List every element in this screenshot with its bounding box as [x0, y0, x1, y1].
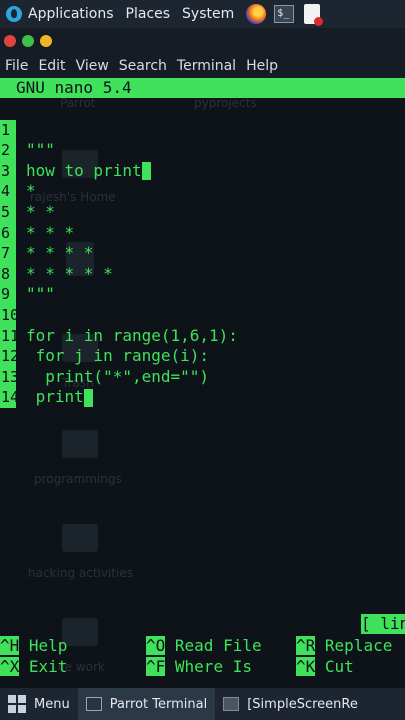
shortcut-label: Help [28, 636, 68, 655]
editor-line[interactable]: 2 how to print [0, 120, 405, 181]
text-cursor [83, 388, 93, 407]
taskbar-task-recorder[interactable]: [SimpleScreenRe [215, 688, 366, 720]
line-number: 14 [0, 387, 20, 408]
shortcut-key: ^H [0, 636, 20, 655]
desktop-folder-icon [62, 524, 98, 552]
shortcut-key: ^F [146, 657, 166, 676]
shortcut-label: Where Is [174, 657, 252, 676]
close-window-button[interactable] [4, 35, 16, 47]
editor-line[interactable]: 8 """ [0, 243, 405, 303]
parrot-logo-icon[interactable] [6, 6, 22, 22]
shortcut-read-file[interactable]: ^O Read File [146, 636, 262, 655]
editor-line[interactable]: 6 * * * * [0, 202, 405, 262]
maximize-window-button[interactable] [22, 35, 34, 47]
task-label: [SimpleScreenRe [247, 696, 358, 712]
editor-line[interactable]: 14 [0, 367, 405, 408]
desktop-label-programmings: programmings [34, 472, 122, 486]
shortcut-key: ^K [296, 657, 316, 676]
shortcut-key: ^R [296, 636, 316, 655]
menu-view[interactable]: View [76, 58, 109, 74]
editor-line[interactable]: 9 [0, 264, 405, 305]
editor-line[interactable]: 12 print("*",end="") [0, 326, 405, 386]
minimize-window-button[interactable] [40, 35, 52, 47]
menu-help[interactable]: Help [246, 58, 278, 74]
recorder-icon [223, 697, 240, 711]
nano-title: GNU nano 5.4 [16, 78, 132, 97]
taskbar: Menu Parrot Terminal [SimpleScreenRe [0, 688, 405, 720]
window-title-bar [0, 28, 405, 54]
shortcut-replace[interactable]: ^R Replace [296, 636, 392, 655]
terminal-area[interactable]: Parrot pyprojects rajesh's Home Trash pr… [0, 78, 405, 688]
menu-search[interactable]: Search [119, 58, 167, 74]
shortcut-key: ^X [0, 657, 20, 676]
editor-line[interactable]: 11 for j in range(i): [0, 305, 405, 365]
shortcut-exit[interactable]: ^X Exit [0, 657, 67, 676]
terminal-menu-bar: File Edit View Search Terminal Help [0, 54, 405, 78]
shortcut-label: Replace [324, 636, 393, 655]
editor-line[interactable]: 10 for i in range(1,6,1): [0, 284, 405, 345]
editor-line[interactable]: 4 * * [0, 161, 405, 221]
nano-status-message: [ lin [361, 614, 405, 634]
editor-line[interactable]: 5 * * * [0, 181, 405, 242]
editor-line[interactable]: 7 * * * * * [0, 223, 405, 283]
menu-file[interactable]: File [5, 58, 28, 74]
system-menu[interactable]: System [182, 6, 234, 22]
task-label: Parrot Terminal [109, 696, 208, 712]
editor-line[interactable]: 13 print [0, 346, 405, 407]
nano-title-bar: GNU nano 5.4 [0, 78, 405, 98]
desktop-label-hacking: hacking activities [28, 566, 133, 580]
editor-line[interactable]: 3 * [0, 140, 405, 200]
shortcut-key: ^O [146, 636, 166, 655]
applications-menu[interactable]: Applications [28, 6, 114, 22]
firefox-icon[interactable] [246, 4, 267, 24]
shortcut-label: Exit [28, 657, 68, 676]
shortcut-label: Read File [174, 636, 262, 655]
places-menu[interactable]: Places [126, 6, 171, 22]
shortcut-cut[interactable]: ^K Cut [296, 657, 354, 676]
terminal-launcher-icon[interactable]: $_ [274, 5, 295, 23]
taskbar-task-terminal[interactable]: Parrot Terminal [77, 688, 216, 720]
shortcut-label: Cut [324, 657, 354, 676]
shortcut-where-is[interactable]: ^F Where Is [146, 657, 252, 676]
taskbar-menu-button[interactable]: Menu [34, 688, 78, 720]
app-menu-icon[interactable] [8, 695, 26, 713]
editor-line[interactable]: 1 """ [0, 99, 405, 159]
shortcut-help[interactable]: ^H Help [0, 636, 67, 655]
desktop-folder-icon [62, 430, 98, 458]
menu-edit[interactable]: Edit [38, 58, 65, 74]
menu-terminal[interactable]: Terminal [177, 58, 236, 74]
terminal-icon [85, 697, 102, 711]
top-panel: Applications Places System $_ [0, 0, 405, 28]
text-editor-icon[interactable] [304, 4, 324, 26]
